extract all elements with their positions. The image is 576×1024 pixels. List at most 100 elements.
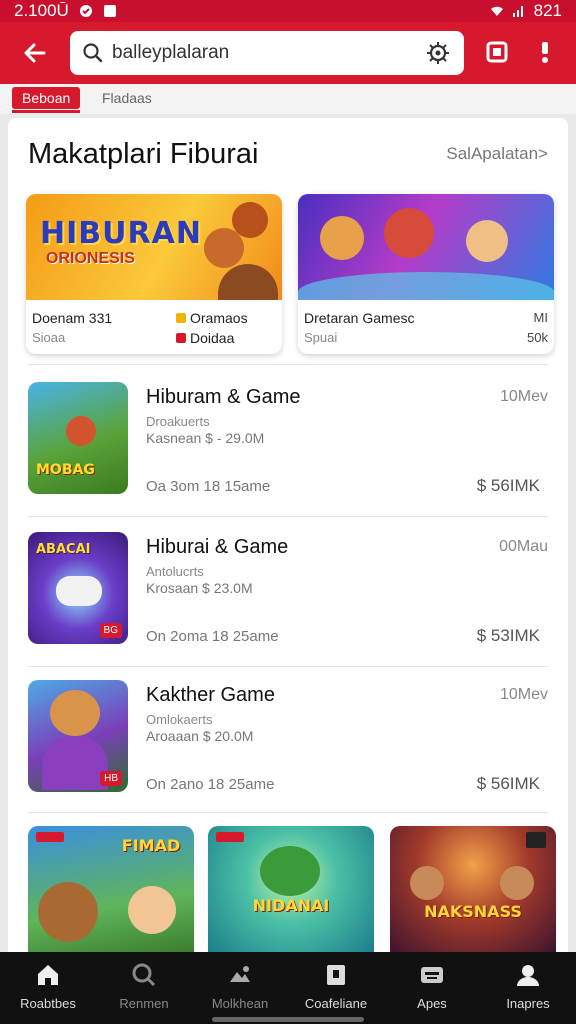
nav-item-profile[interactable]: Inapres bbox=[480, 952, 576, 1024]
back-button[interactable] bbox=[18, 36, 52, 70]
wifi-icon bbox=[490, 6, 503, 16]
search-icon bbox=[83, 43, 103, 63]
character-face bbox=[66, 416, 96, 446]
nav-item-category[interactable]: Molkhean bbox=[192, 952, 288, 1024]
divider bbox=[28, 812, 548, 813]
nav-item-home[interactable]: Roabtbes bbox=[0, 952, 96, 1024]
card-icon bbox=[327, 965, 345, 985]
featured-image-1: HIBURAN ORIONESIS bbox=[26, 194, 282, 300]
thumbnail-badge: HB bbox=[100, 771, 122, 786]
app-row-3[interactable]: HB Kakther Game 10Mev Omlokaerts Aroaaan… bbox=[28, 680, 548, 794]
gamepad-icon bbox=[56, 576, 102, 606]
home-indicator[interactable] bbox=[212, 1017, 364, 1022]
app-title: Hiburam & Game bbox=[146, 386, 301, 408]
app-row-2[interactable]: ABACAI BG Hiburai & Game 00Mau Antolucrt… bbox=[28, 532, 548, 646]
notification-icon bbox=[79, 5, 92, 17]
nav-item-search[interactable]: Renmen bbox=[96, 952, 192, 1024]
app-thumbnail: ABACAI BG bbox=[28, 532, 128, 644]
keyboard-icon bbox=[421, 967, 443, 983]
thumbnail-badge: BG bbox=[99, 623, 122, 638]
nav-label: Roabtbes bbox=[20, 996, 76, 1011]
settings-cog-icon[interactable] bbox=[424, 39, 452, 67]
app-price[interactable]: $ 56IMK bbox=[477, 774, 540, 794]
tab-active[interactable]: Beboan bbox=[12, 87, 81, 109]
featured-name: Dretaran Gamesc bbox=[304, 310, 415, 326]
status-bar: 2.100Ū 821 bbox=[0, 0, 576, 22]
tile-badge bbox=[526, 832, 546, 848]
tab-inactive[interactable]: Fladaas bbox=[102, 90, 152, 106]
barrel-shape bbox=[218, 264, 278, 300]
bottom-navigation: Roabtbes Renmen Molkhean Coafeliane Apes… bbox=[0, 952, 576, 1024]
app-developer: Omlokaerts bbox=[146, 712, 213, 727]
nav-item-apps[interactable]: Apes bbox=[384, 952, 480, 1024]
see-all-link[interactable]: SalApalatan> bbox=[446, 144, 548, 164]
character-face bbox=[232, 202, 268, 238]
nav-label: Apes bbox=[417, 996, 447, 1011]
character-face bbox=[384, 208, 434, 258]
character-face bbox=[38, 882, 98, 942]
status-time-right: 821 bbox=[533, 1, 562, 20]
character-face bbox=[128, 886, 176, 934]
app-stats: Kasnean $ - 29.0M bbox=[146, 430, 265, 446]
featured-tag-2: Doidaa bbox=[176, 330, 234, 346]
featured-sub: Sioaa bbox=[32, 330, 66, 345]
status-time: 2.100Ū bbox=[14, 1, 69, 20]
app-price[interactable]: $ 56IMK bbox=[477, 476, 540, 496]
app-stats: Krosaan $ 23.0M bbox=[146, 580, 253, 596]
content-card: Makatplari Fiburai SalApalatan> HIBURAN … bbox=[8, 118, 568, 958]
character-face bbox=[500, 866, 534, 900]
featured-banner-title: HIBURAN bbox=[40, 216, 202, 251]
app-bar bbox=[0, 22, 576, 84]
search-icon bbox=[132, 963, 156, 987]
featured-right-2: 50k bbox=[527, 330, 548, 345]
nav-label: Coafeliane bbox=[304, 996, 368, 1011]
app-thumbnail: HB bbox=[28, 680, 128, 792]
app-meta: Oa 3om 18 15ame bbox=[146, 478, 271, 495]
search-bar[interactable] bbox=[70, 31, 464, 75]
featured-right-1: MI bbox=[533, 310, 548, 325]
app-thumbnail: MOBAG bbox=[28, 382, 128, 494]
section-title: Makatplari Fiburai bbox=[28, 138, 259, 170]
character-face bbox=[320, 216, 364, 260]
category-icon bbox=[230, 966, 250, 982]
featured-card-1[interactable]: HIBURAN ORIONESIS Doenam 331 Sioaa Orama… bbox=[26, 194, 282, 354]
divider bbox=[28, 364, 548, 365]
back-arrow-icon bbox=[24, 43, 46, 63]
divider bbox=[28, 516, 548, 517]
app-title: Kakther Game bbox=[146, 684, 275, 706]
app-meta: On 2ano 18 25ame bbox=[146, 776, 275, 793]
tile-badge bbox=[216, 832, 244, 842]
app-size: 10Mev bbox=[499, 686, 548, 703]
featured-tag-1: Oramaos bbox=[176, 310, 248, 326]
character-face bbox=[410, 866, 444, 900]
nav-label: Inapres bbox=[506, 996, 550, 1011]
search-input[interactable] bbox=[112, 42, 424, 64]
tile-title: NIDANAI bbox=[252, 896, 330, 915]
tag-dot-icon bbox=[176, 313, 186, 323]
game-tile-3[interactable]: NAKSNASS bbox=[390, 826, 556, 956]
app-stats: Aroaaan $ 20.0M bbox=[146, 728, 254, 744]
home-icon bbox=[38, 965, 58, 985]
app-row-1[interactable]: MOBAG Hiburam & Game 10Mev Droakuerts Ka… bbox=[28, 382, 548, 496]
app-title: Hiburai & Game bbox=[146, 536, 289, 558]
app-size: 10Mev bbox=[499, 388, 548, 405]
divider bbox=[28, 666, 548, 667]
game-tile-2[interactable]: NIDANAI bbox=[208, 826, 374, 956]
app-developer: Droakuerts bbox=[146, 414, 210, 429]
app-size: 00Mau bbox=[499, 538, 548, 555]
tab-bar: Beboan Fladaas bbox=[0, 84, 576, 114]
game-tile-1[interactable]: FIMAD bbox=[28, 826, 194, 956]
more-button[interactable] bbox=[530, 37, 560, 67]
app-price[interactable]: $ 53IMK bbox=[477, 626, 540, 646]
wave-shape bbox=[298, 272, 554, 300]
signal-icon bbox=[512, 6, 523, 17]
featured-sub: Spuai bbox=[304, 330, 338, 345]
thumbnail-label: MOBAG bbox=[36, 462, 95, 478]
app-icon bbox=[103, 5, 116, 17]
nav-item-card[interactable]: Coafeliane bbox=[288, 952, 384, 1024]
featured-card-2[interactable]: Dretaran Gamesc Spuai MI 50k bbox=[298, 194, 554, 354]
character-face bbox=[466, 220, 508, 262]
window-button[interactable] bbox=[482, 37, 512, 67]
tile-title: FIMAD bbox=[121, 836, 181, 855]
featured-banner-subtitle: ORIONESIS bbox=[46, 250, 135, 267]
